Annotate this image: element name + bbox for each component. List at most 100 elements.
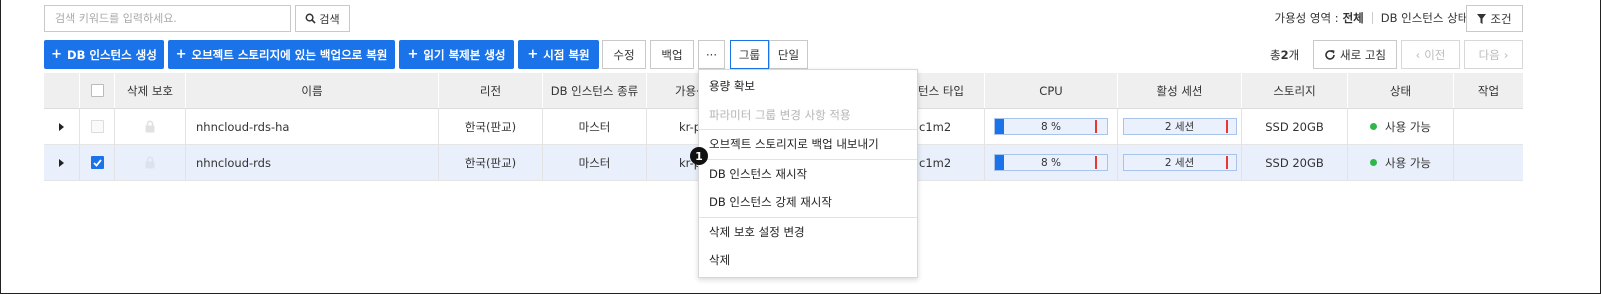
create-read-replica-label: 읽기 복제본 생성 xyxy=(423,47,506,62)
menu-item-secure-capacity[interactable]: 용량 확보 xyxy=(699,72,917,101)
single-view-button[interactable]: 단일 xyxy=(769,40,808,69)
header-name[interactable]: 이름 xyxy=(186,73,439,108)
filter-icon xyxy=(1477,13,1487,24)
menu-item-force-restart-instance[interactable]: DB 인스턴스 강제 재시작 xyxy=(699,188,917,217)
instance-name[interactable]: nhncloud-rds-ha xyxy=(186,109,439,144)
menu-item-delete[interactable]: 삭제 xyxy=(699,246,917,275)
sessions-limit-line xyxy=(1225,156,1228,169)
instance-name[interactable]: nhncloud-rds xyxy=(186,145,439,180)
header-storage: 스토리지 xyxy=(1242,73,1348,108)
search-button-label: 검색 xyxy=(319,12,340,26)
refresh-button[interactable]: 새로 고침 xyxy=(1313,40,1397,69)
cpu-gauge-label: 8 % xyxy=(1041,156,1061,169)
status-cell: 사용 가능 xyxy=(1348,145,1454,180)
delete-protection-cell xyxy=(115,109,186,144)
create-instance-label: DB 인스턴스 생성 xyxy=(67,47,157,62)
availability-zone-filter-label: 가용성 영역 : xyxy=(1274,11,1339,25)
restore-object-storage-label: 오브젝트 스토리지에 있는 백업으로 복원 xyxy=(191,47,388,62)
refresh-label: 새로 고침 xyxy=(1340,47,1386,62)
instance-state-filter-label: DB 인스턴스 상태 : xyxy=(1380,11,1476,25)
search-icon xyxy=(305,13,317,24)
create-read-replica-button[interactable]: + 읽기 복제본 생성 xyxy=(399,40,514,69)
instance-type: c1m2 xyxy=(918,109,985,144)
menu-item-apply-parameter-group: 파라미터 그룹 변경 사항 적용 xyxy=(709,107,851,122)
cpu-cell: 8 % xyxy=(985,109,1118,144)
select-all-checkbox[interactable] xyxy=(90,84,104,97)
menu-item-restart-instance[interactable]: DB 인스턴스 재시작 xyxy=(699,160,917,189)
row-checkbox[interactable] xyxy=(90,156,104,169)
menu-item-export-backup[interactable]: 오브젝트 스토리지로 백업 내보내기 xyxy=(699,130,917,159)
plus-icon: + xyxy=(51,47,63,62)
cpu-limit-line xyxy=(1095,156,1097,169)
header-instance-kind: DB 인스턴스 종류 xyxy=(543,73,647,108)
instance-storage: SSD 20GB xyxy=(1242,109,1348,144)
caret-right-icon xyxy=(59,122,64,131)
more-actions-button[interactable]: ··· xyxy=(698,40,725,69)
search-button[interactable]: 검색 xyxy=(295,5,350,32)
modify-button[interactable]: 수정 xyxy=(602,40,646,69)
row-checkbox[interactable] xyxy=(90,120,104,133)
restore-object-storage-button[interactable]: + 오브젝트 스토리지에 있는 백업으로 복원 xyxy=(168,40,395,69)
header-instance-type: 턴스 타입 xyxy=(918,73,985,108)
more-actions-menu: 용량 확보 파라미터 그룹 변경 사항 적용 오브젝트 스토리지로 백업 내보내… xyxy=(698,69,918,278)
step-marker-badge: 1 xyxy=(690,147,708,165)
chevron-left-icon: ‹ xyxy=(1415,47,1421,62)
instance-kind: 마스터 xyxy=(543,109,647,144)
condition-button-label: 조건 xyxy=(1490,11,1512,26)
condition-button[interactable]: 조건 xyxy=(1466,5,1523,32)
lock-icon xyxy=(145,156,155,169)
refresh-icon xyxy=(1325,49,1335,60)
point-in-time-restore-button[interactable]: + 시점 복원 xyxy=(518,40,599,69)
menu-item-change-delete-protection[interactable]: 삭제 보호 설정 변경 xyxy=(699,218,917,247)
header-active-sessions: 활성 세션 xyxy=(1118,73,1242,108)
instance-type: c1m2 xyxy=(918,145,985,180)
sessions-gauge-label: 2 세션 xyxy=(1164,157,1195,169)
checkmark-icon xyxy=(92,158,102,167)
point-in-time-restore-label: 시점 복원 xyxy=(543,47,590,62)
instance-kind: 마스터 xyxy=(543,145,647,180)
sessions-cell: 2 세션 xyxy=(1118,109,1242,144)
instance-storage: SSD 20GB xyxy=(1242,145,1348,180)
cpu-gauge-fill xyxy=(995,119,1004,134)
plus-icon: + xyxy=(527,47,539,62)
total-count: 총2개 xyxy=(1270,47,1299,63)
next-label: 다음 xyxy=(1478,47,1500,62)
status-label: 사용 가능 xyxy=(1385,155,1431,170)
sessions-gauge-label: 2 세션 xyxy=(1164,121,1195,133)
prev-label: 이전 xyxy=(1424,47,1446,62)
filter-divider xyxy=(1371,12,1373,24)
group-view-button[interactable]: 그룹 xyxy=(730,40,769,69)
row-expand-toggle[interactable] xyxy=(44,145,80,180)
header-expand xyxy=(44,73,80,108)
row-expand-toggle[interactable] xyxy=(44,109,80,144)
cpu-gauge: 8 % xyxy=(994,118,1108,135)
more-icon: ··· xyxy=(706,47,717,62)
availability-zone-filter-value: 전체 xyxy=(1342,11,1364,25)
sessions-cell: 2 세션 xyxy=(1118,145,1242,180)
next-page-button[interactable]: 다음 › xyxy=(1464,40,1523,69)
cpu-gauge: 8 % xyxy=(994,154,1108,171)
backup-button[interactable]: 백업 xyxy=(650,40,694,69)
cpu-cell: 8 % xyxy=(985,145,1118,180)
actions-cell xyxy=(1454,145,1523,180)
header-region: 리전 xyxy=(439,73,543,108)
delete-protection-cell xyxy=(115,145,186,180)
cpu-gauge-label: 8 % xyxy=(1041,120,1061,133)
single-view-label: 단일 xyxy=(777,47,800,62)
instance-region: 한국(판교) xyxy=(439,145,543,180)
actions-cell xyxy=(1454,109,1523,144)
status-dot-icon xyxy=(1370,159,1377,166)
modify-label: 수정 xyxy=(613,47,635,62)
caret-right-icon xyxy=(59,158,64,167)
status-cell: 사용 가능 xyxy=(1348,109,1454,144)
create-instance-button[interactable]: + DB 인스턴스 생성 xyxy=(44,40,164,69)
status-dot-icon xyxy=(1370,123,1377,130)
prev-page-button[interactable]: ‹ 이전 xyxy=(1401,40,1460,69)
status-label: 사용 가능 xyxy=(1385,119,1431,134)
row-select-cell xyxy=(80,109,115,144)
sessions-gauge: 2 세션 xyxy=(1122,154,1237,171)
plus-icon: + xyxy=(407,47,419,62)
plus-icon: + xyxy=(175,47,187,62)
header-delete-protection: 삭제 보호 xyxy=(115,73,186,108)
search-input[interactable] xyxy=(44,5,291,32)
